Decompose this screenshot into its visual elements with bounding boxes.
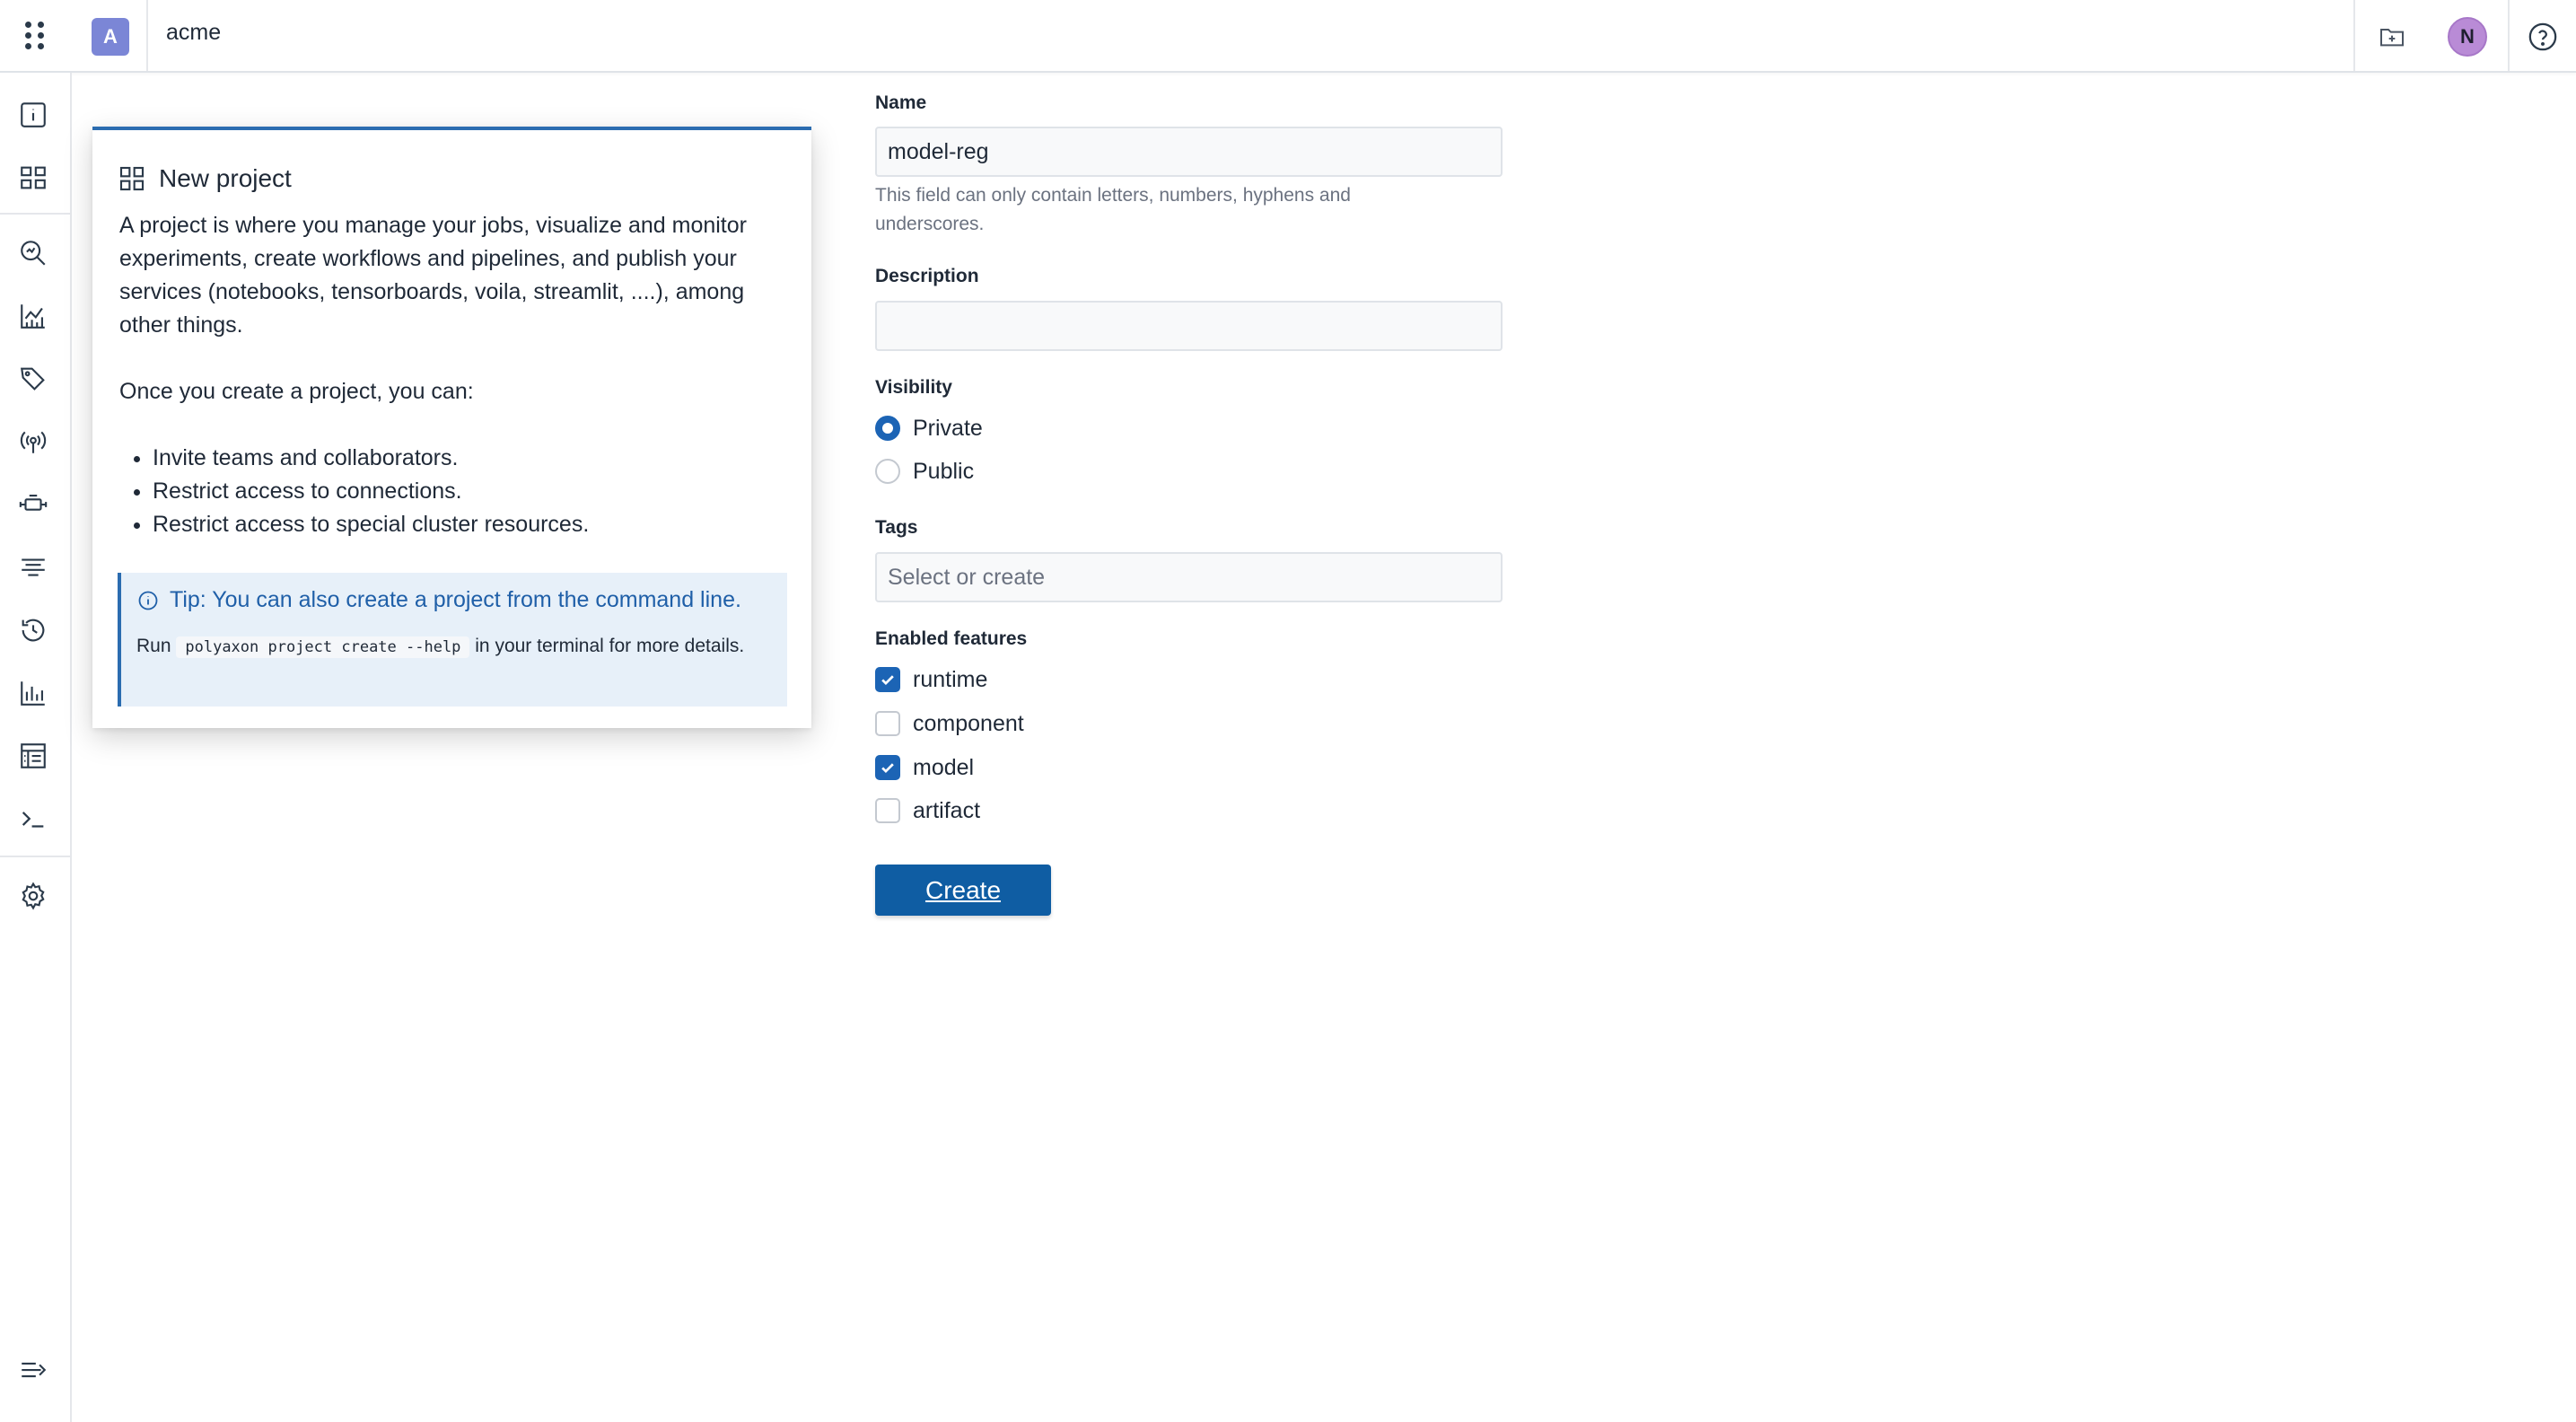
filter-lines-icon[interactable]	[14, 549, 52, 586]
visibility-label: Visibility	[875, 377, 952, 398]
tip-rest: in your terminal for more details.	[475, 636, 745, 656]
top-bar: A acme N	[0, 0, 2576, 73]
feature-model-checkbox[interactable]: model	[875, 752, 974, 783]
info-icon[interactable]	[14, 96, 52, 134]
settings-gear-icon[interactable]	[14, 877, 52, 915]
info-circle-icon	[138, 591, 158, 610]
feature-runtime-checkbox[interactable]: runtime	[875, 664, 987, 695]
sidebar	[0, 73, 72, 1422]
name-label: Name	[875, 92, 927, 113]
divider	[2508, 0, 2510, 71]
tip-title: Tip: You can also create a project from …	[170, 587, 741, 612]
checkbox-label: artifact	[913, 797, 981, 823]
checkbox-label: component	[913, 710, 1024, 736]
card-title-text: New project	[159, 164, 292, 192]
table-list-icon[interactable]	[14, 737, 52, 775]
name-help-text: This field can only contain letters, num…	[875, 185, 1351, 234]
visibility-public-radio[interactable]: Public	[875, 456, 974, 487]
divider	[0, 213, 70, 215]
card-paragraph: Once you create a project, you can:	[119, 379, 474, 404]
description-label: Description	[875, 266, 979, 286]
capabilities-list: Invite teams and collaborators. Restrict…	[153, 442, 788, 541]
tip-text: Run polyaxon project create --help in yo…	[136, 632, 765, 662]
terminal-icon[interactable]	[14, 800, 52, 838]
card-title: New project	[118, 162, 292, 195]
tip-run: Run	[136, 636, 171, 656]
checkbox-checked[interactable]	[875, 755, 900, 780]
divider	[0, 856, 70, 857]
card-body: A project is where you manage your jobs,…	[119, 209, 788, 541]
org-badge[interactable]: A	[92, 18, 129, 56]
tip-header: Tip: You can also create a project from …	[137, 587, 741, 613]
list-item: Restrict access to connections.	[153, 475, 788, 508]
project-grid-icon	[119, 166, 145, 191]
description-input[interactable]	[875, 301, 1503, 351]
help-icon[interactable]	[2524, 18, 2562, 56]
checkbox-unchecked[interactable]	[875, 798, 900, 823]
checkbox-unchecked[interactable]	[875, 711, 900, 736]
name-input[interactable]	[875, 127, 1503, 177]
cli-command: polyaxon project create --help	[176, 636, 470, 658]
tags-input[interactable]	[875, 552, 1503, 602]
checkmark-icon	[881, 763, 894, 774]
new-folder-icon[interactable]	[2373, 18, 2411, 56]
agent-icon[interactable]	[14, 486, 52, 523]
radio-label: Public	[913, 458, 975, 484]
org-name[interactable]: acme	[166, 20, 221, 46]
divider	[146, 0, 148, 71]
divider	[2353, 0, 2355, 71]
card-paragraph: A project is where you manage your jobs,…	[119, 213, 747, 338]
list-item: Restrict access to special cluster resou…	[153, 508, 788, 541]
radio-unselected[interactable]	[875, 459, 900, 484]
list-item: Invite teams and collaborators.	[153, 442, 788, 475]
feature-component-checkbox[interactable]: component	[875, 708, 1024, 739]
tag-icon[interactable]	[14, 360, 52, 398]
user-avatar[interactable]: N	[2448, 17, 2487, 57]
features-label: Enabled features	[875, 628, 1028, 649]
dashboard-grid-icon[interactable]	[14, 159, 52, 197]
feature-artifact-checkbox[interactable]: artifact	[875, 795, 980, 826]
analytics-chart-icon[interactable]	[14, 297, 52, 335]
tags-label: Tags	[875, 517, 918, 538]
checkbox-label: runtime	[913, 666, 988, 692]
new-project-info-card: New project A project is where you manag…	[92, 127, 811, 728]
checkbox-checked[interactable]	[875, 667, 900, 692]
cli-tip-callout: Tip: You can also create a project from …	[118, 573, 787, 707]
search-icon[interactable]	[14, 234, 52, 272]
checkbox-label: model	[913, 754, 975, 780]
create-button[interactable]: Create	[875, 865, 1051, 916]
radio-label: Private	[913, 415, 983, 441]
app-menu-dots-icon[interactable]	[20, 18, 52, 54]
radio-selected[interactable]	[875, 416, 900, 441]
visibility-private-radio[interactable]: Private	[875, 413, 983, 443]
checkmark-icon	[881, 675, 894, 686]
expand-sidebar-icon[interactable]	[14, 1351, 52, 1389]
history-icon[interactable]	[14, 611, 52, 649]
bar-chart-icon[interactable]	[14, 674, 52, 712]
broadcast-icon[interactable]	[14, 423, 52, 461]
